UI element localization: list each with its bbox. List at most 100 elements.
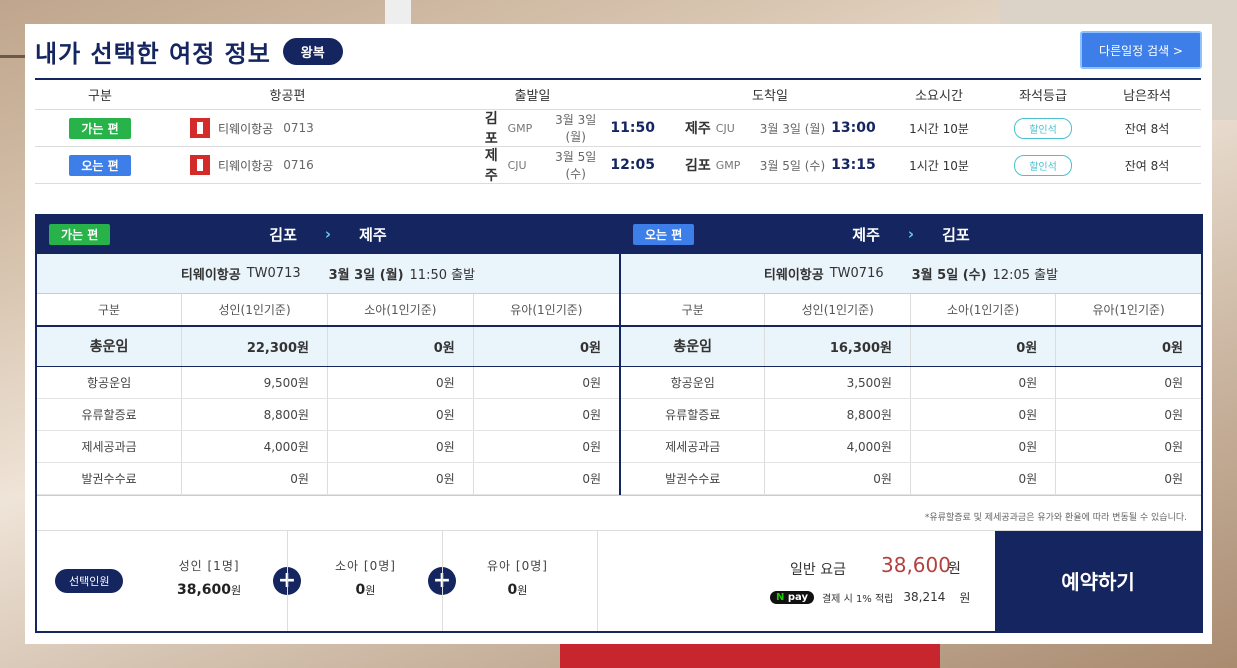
book-button[interactable]: 예약하기 bbox=[995, 530, 1201, 631]
fare-row: 제세공과금 4,000원 0원 0원 bbox=[621, 430, 1201, 463]
fare-cell: 0원 bbox=[181, 462, 328, 495]
outbound-fare-panel: 김포 › 제주 가는 편 티웨이항공 TW0713 3월 3일 (월) 11:5… bbox=[37, 214, 619, 495]
fare-cell: 8,800원 bbox=[181, 398, 328, 431]
fare-cell: 22,300원 bbox=[181, 326, 328, 367]
fare-cell: 0원 bbox=[327, 398, 474, 431]
fare-cell: 제세공과금 bbox=[621, 430, 766, 463]
fare-cell: 0원 bbox=[910, 398, 1057, 431]
chevron-right-icon: › bbox=[907, 225, 915, 243]
fare-row: 항공운임 9,500원 0원 0원 bbox=[37, 366, 619, 399]
flight-number: 0716 bbox=[283, 158, 314, 172]
departure-time: 12:05 출발 bbox=[992, 268, 1059, 283]
passenger-selector: 선택인원 성인 [1명] 38,600원 + 소아 [0명] 0원 + 유아 [… bbox=[37, 530, 597, 631]
fare-cell: 0원 bbox=[327, 366, 474, 399]
fare-header-cell: 구분 bbox=[621, 294, 766, 327]
departure-city: 김포 bbox=[484, 111, 498, 147]
won-unit: 원 bbox=[517, 583, 528, 597]
fare-cell: 0원 bbox=[764, 462, 911, 495]
arrival-time: 13:00 bbox=[831, 120, 876, 136]
flight-number: 0713 bbox=[283, 121, 314, 135]
fare-cell: 유류할증료 bbox=[37, 398, 183, 431]
infant-label: 유아 [0명] bbox=[487, 558, 548, 573]
fare-cell: 총운임 bbox=[621, 326, 766, 367]
child-count: 소아 [0명] 0원 bbox=[335, 557, 396, 598]
summary-header-row: 구분 항공편 출발일 도착일 소요시간 좌석등급 남은좌석 bbox=[35, 80, 1201, 110]
fare-cell: 9,500원 bbox=[181, 366, 328, 399]
fare-row: 항공운임 3,500원 0원 0원 bbox=[621, 366, 1201, 399]
fare-cell: 0원 bbox=[1055, 366, 1201, 399]
inbound-badge: 오는 편 bbox=[633, 224, 695, 245]
arrival-date: 3월 5일 (수) bbox=[759, 158, 826, 173]
fare-header-cell: 유아(1인기준) bbox=[1055, 294, 1201, 327]
airline-name: 티웨이항공 bbox=[180, 268, 241, 283]
duration: 1시간 10분 bbox=[909, 158, 969, 173]
fare-row: 발권수수료 0원 0원 0원 bbox=[37, 462, 619, 495]
fare-cell: 4,000원 bbox=[764, 430, 911, 463]
seat-class-pill: 할인석 bbox=[1014, 154, 1072, 176]
npay-points: 38,214 bbox=[903, 590, 946, 604]
fare-header-cell: 유아(1인기준) bbox=[473, 294, 619, 327]
arrival-time: 13:15 bbox=[831, 157, 876, 173]
fare-cell: 발권수수료 bbox=[621, 462, 766, 495]
departure-code: GMP bbox=[507, 121, 533, 135]
outbound-badge: 가는 편 bbox=[49, 224, 111, 245]
npay-logo-icon: N pay bbox=[770, 590, 814, 604]
passenger-label: 선택인원 bbox=[55, 568, 124, 593]
header-cell: 남은좌석 bbox=[1123, 89, 1171, 104]
fare-cell: 0원 bbox=[910, 462, 1057, 495]
inbound-fare-panel: 제주 › 김포 오는 편 티웨이항공 TW0716 3월 5일 (수) 12:0… bbox=[619, 214, 1201, 495]
flight-date: 3월 3일 (월) bbox=[328, 268, 404, 283]
fare-cell: 0원 bbox=[473, 462, 619, 495]
infant-fare: 0 bbox=[507, 581, 518, 598]
total-price: 38,600 bbox=[881, 552, 951, 577]
price-summary: 일반 요금 38,600 원 N pay 결제 시 1% 적립 38,214 원 bbox=[597, 530, 995, 631]
departure-time: 11:50 출발 bbox=[409, 268, 476, 283]
header-cell: 도착일 bbox=[752, 89, 788, 104]
seats-left: 잔여 8석 bbox=[1124, 121, 1170, 136]
itinerary-modal: 내가 선택한 여정 정보 왕복 다른일정 검색 > 구분 항공편 출발일 도착일… bbox=[25, 24, 1212, 644]
won-unit: 원 bbox=[365, 583, 376, 597]
fare-cell: 항공운임 bbox=[621, 366, 766, 399]
fare-row: 제세공과금 4,000원 0원 0원 bbox=[37, 430, 619, 463]
outbound-fare-header: 김포 › 제주 가는 편 bbox=[37, 214, 619, 254]
departure-time: 12:05 bbox=[610, 157, 655, 173]
route-to: 제주 bbox=[359, 225, 387, 244]
seat-class-pill: 할인석 bbox=[1014, 117, 1072, 139]
itinerary-summary-table: 구분 항공편 출발일 도착일 소요시간 좌석등급 남은좌석 가는 편 티웨이항공… bbox=[35, 78, 1201, 184]
adult-fare: 38,600 bbox=[177, 581, 232, 598]
trip-type-badge: 왕복 bbox=[282, 38, 343, 65]
flight-code: TW0716 bbox=[829, 266, 884, 281]
fare-cell: 0원 bbox=[327, 430, 474, 463]
fare-cell: 0원 bbox=[1055, 326, 1201, 367]
fare-cell: 제세공과금 bbox=[37, 430, 183, 463]
seats-left: 잔여 8석 bbox=[1124, 158, 1170, 173]
airline-name: 티웨이항공 bbox=[218, 158, 274, 173]
fare-cell: 항공운임 bbox=[37, 366, 183, 399]
inbound-fare-table: 구분 성인(1인기준) 소아(1인기준) 유아(1인기준) 총운임 16,300… bbox=[621, 294, 1201, 495]
fare-cell: 4,000원 bbox=[181, 430, 328, 463]
fare-detail-section: 김포 › 제주 가는 편 티웨이항공 TW0713 3월 3일 (월) 11:5… bbox=[35, 214, 1203, 633]
outbound-badge: 가는 편 bbox=[69, 117, 131, 139]
fare-header-row: 구분 성인(1인기준) 소아(1인기준) 유아(1인기준) bbox=[621, 294, 1201, 327]
summary-row-inbound: 오는 편 티웨이항공 0716 제주 CJU 3월 5일 (수) 12:05 김… bbox=[35, 147, 1201, 184]
fare-cell: 0원 bbox=[910, 430, 1057, 463]
adult-label: 성인 [1명] bbox=[178, 558, 240, 573]
other-schedule-button[interactable]: 다른일정 검색 > bbox=[1080, 31, 1202, 69]
fare-total-row: 총운임 16,300원 0원 0원 bbox=[621, 326, 1201, 367]
header-cell: 소요시간 bbox=[915, 89, 963, 104]
header-cell: 항공편 bbox=[269, 89, 306, 104]
npay-info: N pay 결제 시 1% 적립 38,214 원 bbox=[770, 589, 970, 606]
route-from: 제주 bbox=[852, 225, 880, 244]
chevron-right-icon: › bbox=[324, 225, 332, 243]
infant-count: 유아 [0명] 0원 bbox=[487, 557, 548, 598]
inbound-flight-info: 티웨이항공 TW0716 3월 5일 (수) 12:05 출발 bbox=[621, 254, 1201, 294]
fare-cell: 0원 bbox=[1055, 398, 1201, 431]
price-label: 일반 요금 bbox=[790, 561, 846, 578]
page-title: 내가 선택한 여정 정보 bbox=[35, 40, 271, 68]
header-cell: 좌석등급 bbox=[1019, 89, 1067, 104]
arrival-city: 김포 bbox=[685, 158, 711, 174]
fare-header-cell: 구분 bbox=[37, 294, 183, 327]
header: 내가 선택한 여정 정보 왕복 bbox=[35, 34, 343, 69]
departure-time: 11:50 bbox=[610, 120, 655, 136]
fare-cell: 0원 bbox=[1055, 430, 1201, 463]
